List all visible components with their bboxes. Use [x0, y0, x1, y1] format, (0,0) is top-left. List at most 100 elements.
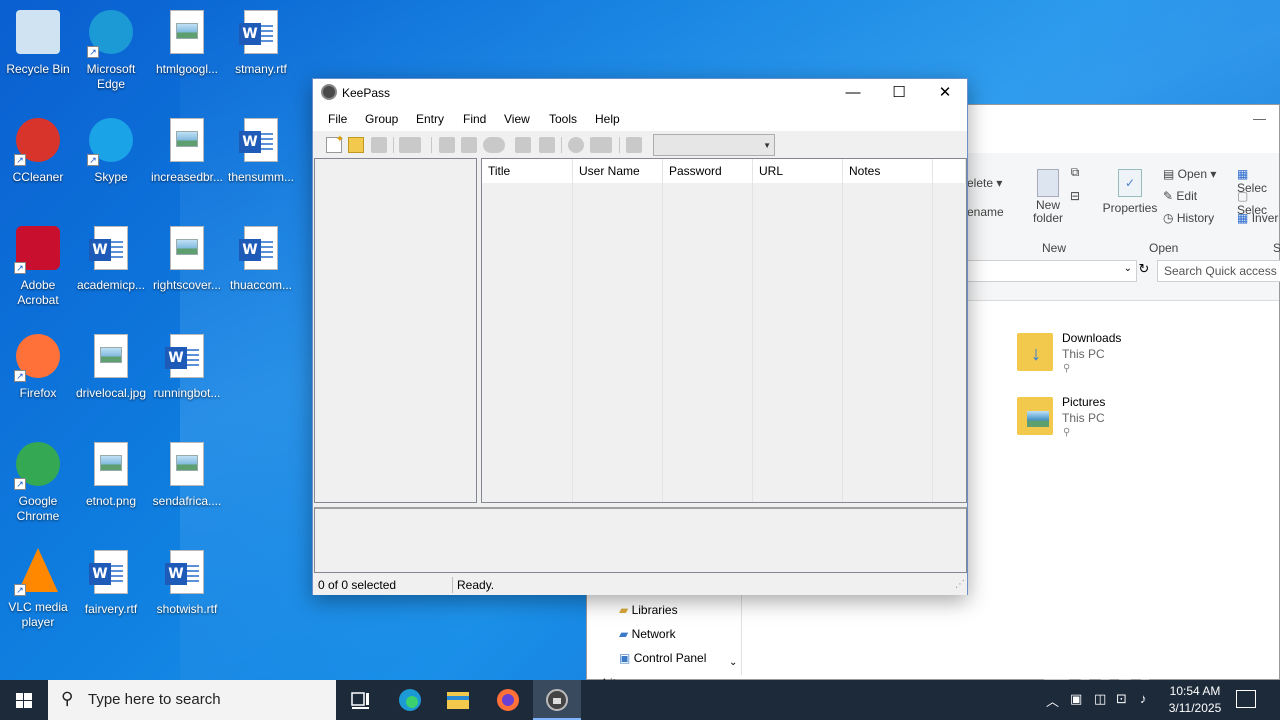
maximize-button[interactable]: ☐ [876, 79, 922, 107]
desktop-icon[interactable]: ↗ VLC media player [0, 548, 76, 630]
title-bar[interactable]: KeePass — ☐ ✕ [313, 79, 967, 107]
save-icon[interactable] [371, 137, 387, 153]
entry-list-icon[interactable] [590, 137, 612, 153]
search-input[interactable]: Search Quick access [1157, 260, 1280, 282]
rename-button[interactable]: ename [967, 205, 1004, 219]
open-button[interactable]: ▤ Open ▾ [1163, 167, 1216, 181]
desktop-icon[interactable]: Wthuaccom... [223, 224, 299, 293]
desktop-icon[interactable]: drivelocal.jpg [73, 332, 149, 401]
properties-button[interactable]: ✓ Properties [1102, 169, 1158, 215]
group-tree[interactable] [314, 158, 477, 503]
desktop-icon[interactable]: Wrunningbot... [149, 332, 225, 401]
desktop-icon[interactable]: etnot.png [73, 440, 149, 509]
task-view-button[interactable] [336, 680, 384, 720]
start-button[interactable] [0, 680, 48, 720]
ccleaner-icon: ↗ [14, 118, 62, 166]
desktop-icon[interactable]: sendafrica.... [149, 440, 225, 509]
column-password[interactable]: Password [663, 159, 753, 183]
desktop-icon[interactable]: ↗ Microsoft Edge [73, 8, 149, 92]
column-notes[interactable]: Notes [843, 159, 933, 183]
desktop-icon[interactable]: ↗ Adobe Acrobat [0, 224, 76, 308]
copy-username-icon[interactable] [439, 137, 455, 153]
shortcut-arrow-icon: ↗ [14, 370, 26, 382]
edit-button[interactable]: ✎ Edit [1163, 189, 1197, 203]
column-title[interactable]: Title [482, 159, 573, 183]
quick-access-location: This PC [1062, 347, 1105, 361]
menu-group[interactable]: Group [365, 112, 398, 126]
delete-button[interactable]: elete ▾ [967, 176, 1002, 190]
desktop-icon-label: increasedbr... [150, 170, 224, 184]
desktop-icon[interactable]: Wfairvery.rtf [73, 548, 149, 617]
copy-entry-icon[interactable] [515, 137, 531, 153]
nav-network[interactable]: ▰ Network [619, 627, 676, 641]
desktop-icon[interactable]: Wthensumm... [223, 116, 299, 185]
scroll-down-icon[interactable]: ⌄ [729, 657, 737, 668]
keepass-tray-icon[interactable]: ▣ [1070, 691, 1082, 707]
menu-view[interactable]: View [504, 112, 530, 126]
show-hidden-icons-icon[interactable]: ︿ [1046, 691, 1059, 710]
invert-selection-button[interactable]: ▦ Inver [1237, 211, 1278, 225]
menu-tools[interactable]: Tools [549, 112, 577, 126]
open-database-icon[interactable] [348, 137, 364, 153]
desktop-icon[interactable]: Wstmany.rtf [223, 8, 299, 77]
desktop-icon[interactable]: Wacademicp... [73, 224, 149, 293]
desktop-icon-label: sendafrica.... [152, 494, 222, 508]
desktop-icon[interactable]: ↗ CCleaner [0, 116, 76, 185]
taskbar: ⚲ Type here to search ︿ ▣ ◫ ⊡ ♪ 10:54 AM… [0, 680, 1280, 720]
quick-find-combobox[interactable]: ▼ [653, 134, 775, 156]
add-entry-icon[interactable] [399, 137, 421, 153]
chevron-down-icon[interactable]: ⌄ [1124, 263, 1132, 274]
easy-access-icon[interactable]: ⊟ [1065, 189, 1085, 203]
toolbar-separator [561, 137, 562, 153]
new-database-icon[interactable]: ✦ [326, 134, 344, 153]
taskbar-edge[interactable] [386, 680, 434, 720]
acrobat-icon: ↗ [14, 226, 62, 274]
vlc-icon: ↗ [14, 548, 62, 596]
perform-autotype-icon[interactable] [539, 137, 555, 153]
desktop-icon[interactable]: ↗ Firefox [0, 332, 76, 401]
keepass-window[interactable]: KeePass — ☐ ✕ File Group Entry Find View… [312, 78, 968, 595]
taskbar-keepass[interactable] [533, 680, 581, 720]
column-user-name[interactable]: User Name [573, 159, 663, 183]
new-item-icon[interactable]: ⧉ [1065, 165, 1085, 180]
taskbar-file-explorer[interactable] [434, 680, 482, 720]
network-icon[interactable]: ⊡ [1116, 691, 1127, 707]
menu-help[interactable]: Help [595, 112, 620, 126]
firefox-icon: ↗ [14, 334, 62, 382]
taskbar-search[interactable]: ⚲ Type here to search [48, 680, 336, 720]
desktop-icon[interactable]: increasedbr... [149, 116, 225, 185]
address-bar[interactable]: ⌄ [965, 260, 1137, 282]
volume-icon[interactable]: ♪ [1140, 691, 1147, 706]
history-button[interactable]: ◷ History [1163, 211, 1214, 225]
nav-libraries[interactable]: ▰ Libraries [619, 603, 678, 617]
taskbar-firefox[interactable] [484, 680, 532, 720]
menu-find[interactable]: Find [463, 112, 486, 126]
find-icon[interactable] [568, 137, 584, 153]
resize-grip-icon[interactable]: ⋰ [955, 579, 965, 590]
desktop-icon-label: Skype [94, 170, 128, 184]
menu-file[interactable]: File [328, 112, 347, 126]
desktop-icon[interactable]: htmlgoogl... [149, 8, 225, 77]
entry-list[interactable]: Title User Name Password URL Notes [481, 158, 967, 503]
desktop-icon[interactable]: Recycle Bin [0, 8, 76, 77]
device-icon[interactable]: ◫ [1094, 691, 1106, 707]
notifications-icon[interactable] [1236, 690, 1256, 708]
desktop-icon[interactable]: rightscover... [149, 224, 225, 293]
copy-password-icon[interactable] [461, 137, 477, 153]
desktop-icon-label: CCleaner [12, 170, 64, 184]
chevron-down-icon[interactable]: ▼ [763, 141, 771, 150]
lock-icon[interactable] [626, 137, 642, 153]
entry-details-pane[interactable] [314, 507, 967, 573]
clock[interactable]: 10:54 AM 3/11/2025 [1160, 683, 1230, 717]
minimize-button[interactable]: — [1253, 111, 1266, 126]
refresh-icon[interactable]: ↻ [1135, 261, 1153, 281]
nav-control-panel[interactable]: ▣ Control Panel [619, 651, 706, 665]
menu-entry[interactable]: Entry [416, 112, 444, 126]
desktop-icon[interactable]: Wshotwish.rtf [149, 548, 225, 617]
open-url-icon[interactable] [483, 137, 505, 153]
column-url[interactable]: URL [753, 159, 843, 183]
minimize-button[interactable]: — [830, 79, 876, 107]
desktop-icon[interactable]: ↗ Skype [73, 116, 149, 185]
desktop-icon[interactable]: ↗ Google Chrome [0, 440, 76, 524]
close-button[interactable]: ✕ [922, 79, 968, 107]
